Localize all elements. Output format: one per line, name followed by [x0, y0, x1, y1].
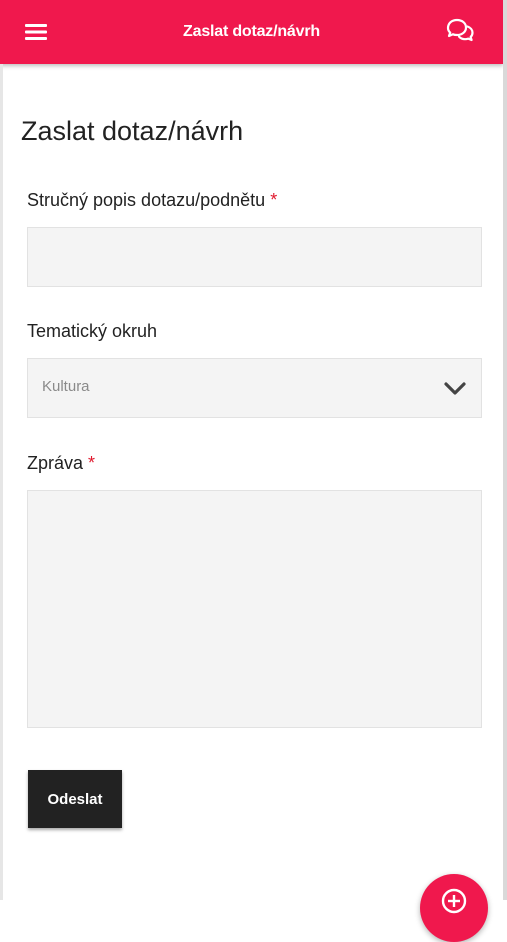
chevron-down-icon [444, 382, 466, 395]
topic-label: Tematický okruh [27, 319, 157, 343]
chat-button[interactable] [444, 16, 476, 44]
chat-icon [446, 18, 474, 42]
left-edge-divider [0, 64, 3, 900]
required-mark: * [270, 190, 278, 210]
page-title: Zaslat dotaz/návrh [21, 116, 244, 146]
message-label: Zpráva * [27, 451, 95, 475]
floating-action-button[interactable] [420, 874, 488, 942]
plus-icon [441, 888, 467, 914]
topic-label-text: Tematický okruh [27, 321, 158, 341]
message-textarea[interactable] [27, 490, 482, 728]
message-label-text: Zpráva [27, 453, 84, 473]
right-edge-divider [503, 0, 507, 900]
subject-label: Stručný popis dotazu/podnětu * [27, 188, 277, 212]
topic-select[interactable]: Kultura [27, 358, 482, 418]
topic-select-value: Kultura [42, 378, 90, 395]
subject-input[interactable] [27, 227, 482, 287]
app-bar-title: Zaslat dotaz/návrh [183, 23, 320, 40]
subject-label-text: Stručný popis dotazu/podnětu [27, 190, 266, 210]
required-mark: * [88, 453, 96, 473]
submit-button[interactable]: Odeslat [28, 770, 122, 828]
app-bar: Zaslat dotaz/návrh [0, 0, 503, 64]
